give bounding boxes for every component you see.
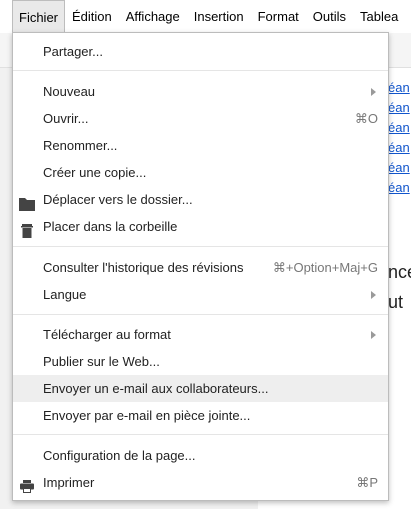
menu-item-label: Publier sur le Web...	[43, 354, 160, 369]
document-link[interactable]: éan	[388, 178, 411, 198]
menu-item-publish[interactable]: Publier sur le Web...	[13, 348, 388, 375]
menu-item-label: Configuration de la page...	[43, 448, 196, 463]
submenu-arrow-icon	[371, 291, 376, 299]
shortcut-label: ⌘P	[356, 475, 378, 490]
menu-separator	[13, 246, 388, 247]
menu-item-label: Télécharger au format	[43, 327, 171, 342]
document-link[interactable]: éan	[388, 98, 411, 118]
folder-icon	[19, 193, 35, 211]
trash-icon	[19, 220, 35, 238]
menu-format[interactable]: Format	[251, 0, 306, 33]
menu-item-copy[interactable]: Créer une copie...	[13, 159, 388, 186]
menu-item-label: Placer dans la corbeille	[43, 219, 178, 234]
menu-item-open[interactable]: Ouvrir... ⌘O	[13, 105, 388, 132]
menu-item-history[interactable]: Consulter l'historique des révisions ⌘+O…	[13, 254, 388, 281]
menu-item-page-setup[interactable]: Configuration de la page...	[13, 442, 388, 469]
menu-item-label: Langue	[43, 287, 87, 302]
document-link[interactable]: éan	[388, 138, 411, 158]
document-link[interactable]: éan	[388, 78, 411, 98]
menu-fichier[interactable]: Fichier	[12, 0, 66, 33]
menu-item-label: Renommer...	[43, 138, 118, 153]
menu-item-label: Déplacer vers le dossier...	[43, 192, 193, 207]
menu-item-label: Envoyer par e-mail en pièce jointe...	[43, 408, 251, 423]
menu-item-email-attachment[interactable]: Envoyer par e-mail en pièce jointe...	[13, 402, 388, 429]
menu-item-new[interactable]: Nouveau	[13, 78, 388, 105]
file-menu-dropdown: Partager... Nouveau Ouvrir... ⌘O Renomme…	[12, 32, 389, 501]
menu-separator	[13, 314, 388, 315]
menu-item-label: Envoyer un e-mail aux collaborateurs...	[43, 381, 269, 396]
menu-item-label: Consulter l'historique des révisions	[43, 260, 244, 275]
submenu-arrow-icon	[371, 331, 376, 339]
menu-edition[interactable]: Édition	[65, 0, 119, 33]
menu-item-label: Nouveau	[43, 84, 96, 99]
document-text: ut	[388, 292, 404, 312]
menu-item-label: Partager...	[43, 44, 103, 59]
menu-item-language[interactable]: Langue	[13, 281, 388, 308]
shortcut-label: ⌘+Option+Maj+G	[272, 260, 378, 275]
menu-item-label: Créer une copie...	[43, 165, 147, 180]
menu-item-trash[interactable]: Placer dans la corbeille	[13, 213, 388, 240]
menu-item-email-collaborators[interactable]: Envoyer un e-mail aux collaborateurs...	[13, 375, 388, 402]
menu-insertion[interactable]: Insertion	[187, 0, 251, 33]
document-link[interactable]: éan	[388, 118, 411, 138]
menu-bar: Fichier Édition Affichage Insertion Form…	[0, 0, 411, 33]
submenu-arrow-icon	[371, 88, 376, 96]
shortcut-label: ⌘O	[354, 111, 378, 126]
printer-icon	[19, 476, 35, 493]
menu-item-print[interactable]: Imprimer ⌘P	[13, 469, 388, 496]
menu-item-move[interactable]: Déplacer vers le dossier...	[13, 186, 388, 213]
document-text: nce	[388, 262, 411, 282]
document-links: éan éan éan éan éan éan	[388, 78, 411, 198]
menu-item-share[interactable]: Partager...	[13, 38, 388, 65]
menu-affichage[interactable]: Affichage	[119, 0, 187, 33]
menu-outils[interactable]: Outils	[306, 0, 353, 33]
menu-separator	[13, 70, 388, 71]
menu-tableau[interactable]: Tablea	[353, 0, 405, 33]
menu-item-rename[interactable]: Renommer...	[13, 132, 388, 159]
menu-item-label: Ouvrir...	[43, 111, 89, 126]
menu-item-label: Imprimer	[43, 475, 95, 490]
menu-item-download[interactable]: Télécharger au format	[13, 321, 388, 348]
menu-separator	[13, 434, 388, 435]
document-link[interactable]: éan	[388, 158, 411, 178]
